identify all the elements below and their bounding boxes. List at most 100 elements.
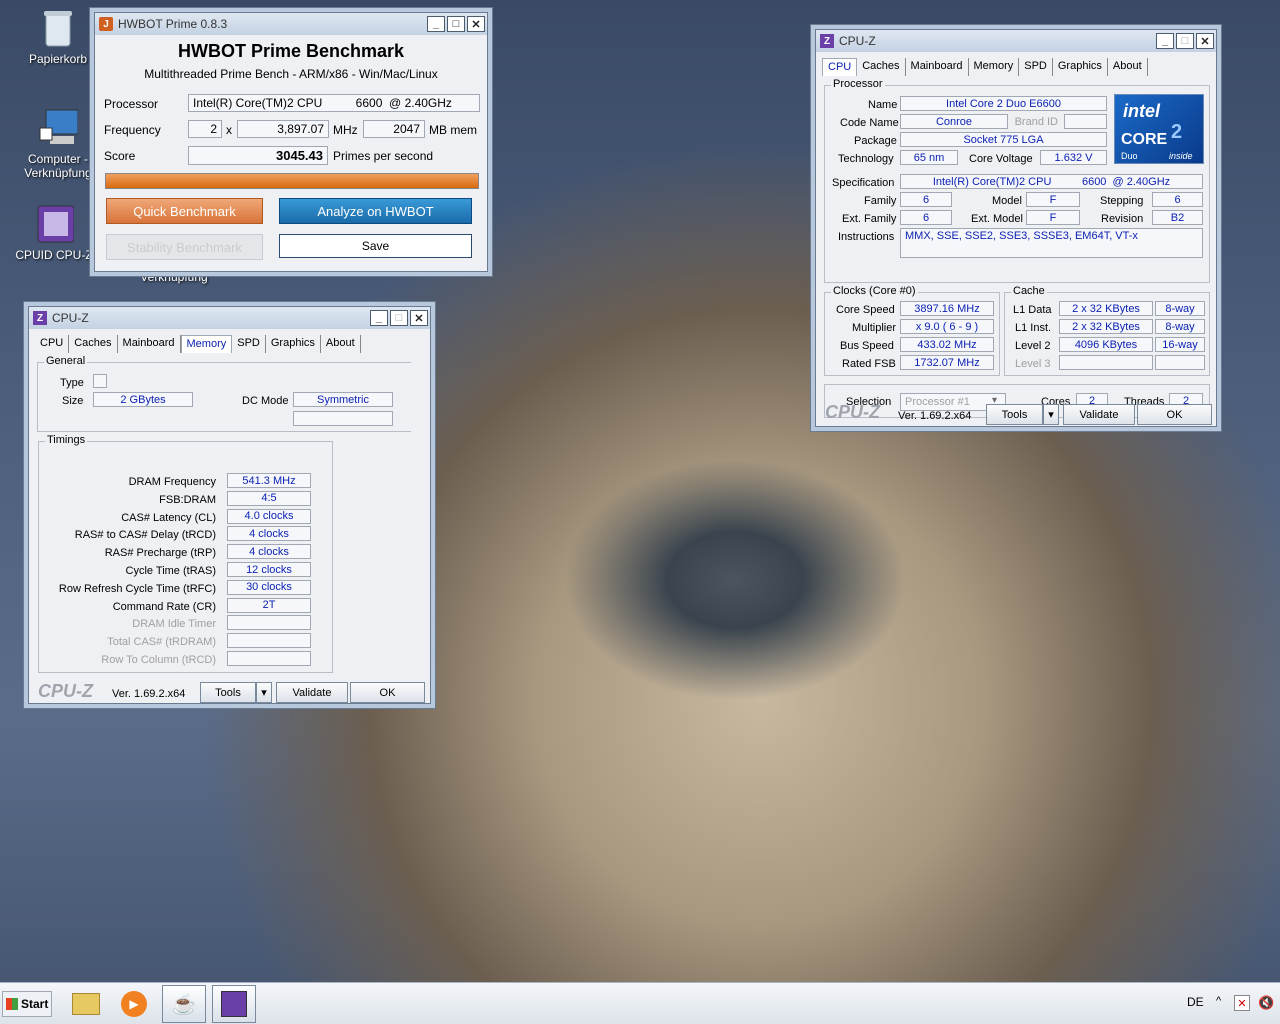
desktop-icon-label: Verknüpfung bbox=[140, 270, 208, 284]
timing-value-field: 4 clocks bbox=[227, 526, 311, 542]
cpuz-memory-window: Z CPU-Z _ □ ✕ CPU Caches Mainboard Memor… bbox=[28, 306, 431, 704]
tab-cpu[interactable]: CPU bbox=[35, 335, 70, 353]
level2-label: Level 2 bbox=[1015, 340, 1051, 352]
tools-dropdown-button[interactable]: ▾ bbox=[256, 682, 272, 703]
media-player-taskbar-button[interactable]: ▶ bbox=[114, 987, 154, 1021]
hwbot-heading: HWBOT Prime Benchmark bbox=[177, 41, 405, 61]
maximize-button[interactable]: □ bbox=[447, 16, 465, 32]
tab-memory[interactable]: Memory bbox=[180, 335, 233, 353]
computer-icon bbox=[38, 108, 78, 148]
tools-button[interactable]: Tools bbox=[986, 404, 1043, 425]
close-button[interactable]: ✕ bbox=[467, 16, 485, 32]
close-button[interactable]: ✕ bbox=[1196, 33, 1214, 49]
tab-cpu[interactable]: CPU bbox=[822, 58, 858, 76]
timing-value-field bbox=[227, 633, 311, 649]
package-field: Socket 775 LGA bbox=[900, 132, 1107, 147]
tab-caches[interactable]: Caches bbox=[69, 335, 118, 353]
timing-value-field bbox=[227, 651, 311, 666]
tab-memory[interactable]: Memory bbox=[969, 58, 1020, 76]
folder-icon bbox=[72, 993, 100, 1015]
desktop-icon-cpuz[interactable]: CPUID CPU-Z bbox=[14, 204, 94, 262]
stepping-label: Stepping bbox=[1100, 195, 1144, 207]
timing-label: Row Refresh Cycle Time (tRFC) bbox=[58, 582, 216, 595]
tab-about[interactable]: About bbox=[321, 335, 361, 353]
window-title: HWBOT Prime 0.8.3 bbox=[118, 17, 228, 31]
cpuz-brand: CPU-Z bbox=[825, 402, 880, 422]
tab-graphics[interactable]: Graphics bbox=[266, 335, 321, 353]
timing-label: DRAM Idle Timer bbox=[132, 618, 216, 631]
desktop-icon-label: Papierkorb bbox=[28, 52, 88, 66]
specification-label: Specification bbox=[832, 177, 895, 189]
timing-label: CAS# Latency (CL) bbox=[121, 511, 216, 524]
validate-button[interactable]: Validate bbox=[1063, 404, 1135, 425]
language-indicator[interactable]: DE bbox=[1187, 995, 1204, 1009]
desktop-icon-computer[interactable]: Computer - Verknüpfung bbox=[18, 108, 98, 180]
revision-field: B2 bbox=[1152, 210, 1203, 225]
timing-label: Row To Column (tRCD) bbox=[101, 654, 216, 666]
tab-about[interactable]: About bbox=[1108, 58, 1148, 76]
l1-data-way-field: 8-way bbox=[1155, 301, 1205, 316]
cpuz-taskbar-button[interactable] bbox=[212, 985, 256, 1023]
minimize-button[interactable]: _ bbox=[370, 310, 388, 326]
mb-mem-label: MB mem bbox=[429, 123, 477, 137]
l1-inst-way-field: 8-way bbox=[1155, 319, 1205, 334]
processor-field: Intel(R) Core(TM)2 CPU 6600 @ 2.40GHz bbox=[188, 94, 480, 112]
timing-value-field: 541.3 MHz bbox=[227, 473, 311, 488]
stability-benchmark-button[interactable]: Stability Benchmark bbox=[106, 234, 263, 260]
logo-number: 2 bbox=[1171, 121, 1183, 143]
tab-spd[interactable]: SPD bbox=[232, 335, 266, 353]
volume-icon[interactable]: 🔇 bbox=[1258, 995, 1274, 1011]
tab-mainboard[interactable]: Mainboard bbox=[118, 335, 181, 353]
tab-mainboard[interactable]: Mainboard bbox=[906, 58, 969, 76]
close-button[interactable]: ✕ bbox=[410, 310, 428, 326]
group-title: Cache bbox=[1011, 285, 1047, 297]
brandid-value-field bbox=[1064, 114, 1107, 129]
ok-button[interactable]: OK bbox=[1137, 404, 1212, 425]
tab-spd[interactable]: SPD bbox=[1019, 58, 1053, 76]
ok-button[interactable]: OK bbox=[350, 682, 425, 703]
extmodel-label: Ext. Model bbox=[971, 213, 1023, 225]
hwbot-window: J HWBOT Prime 0.8.3 _ □ ✕ HWBOT Prime Be… bbox=[94, 12, 488, 272]
network-icon[interactable]: ✕ bbox=[1234, 995, 1250, 1011]
explorer-taskbar-button[interactable] bbox=[66, 987, 106, 1021]
logo-sub: Duo bbox=[1121, 151, 1138, 161]
hwbot-titlebar[interactable]: J HWBOT Prime 0.8.3 _ □ ✕ bbox=[95, 13, 487, 35]
validate-button[interactable]: Validate bbox=[276, 682, 348, 703]
brandid-field: Brand ID bbox=[1014, 115, 1058, 128]
instructions-label: Instructions bbox=[838, 231, 895, 243]
analyze-button[interactable]: Analyze on HWBOT bbox=[279, 198, 472, 224]
maximize-button[interactable]: □ bbox=[1176, 33, 1194, 49]
minimize-button[interactable]: _ bbox=[427, 16, 445, 32]
quick-benchmark-button[interactable]: Quick Benchmark bbox=[106, 198, 263, 224]
timing-value-field: 2T bbox=[227, 597, 311, 613]
minimize-button[interactable]: _ bbox=[1156, 33, 1174, 49]
desktop-icon-recycle-bin[interactable]: Papierkorb bbox=[18, 8, 98, 66]
save-button[interactable]: Save bbox=[279, 234, 472, 258]
tools-button[interactable]: Tools bbox=[200, 682, 256, 703]
start-button[interactable]: Start bbox=[2, 991, 52, 1017]
name-label: Name bbox=[868, 99, 898, 111]
logo-line: CORE bbox=[1121, 131, 1168, 148]
dc-mode-label: DC Mode bbox=[242, 395, 289, 407]
desktop-icon-label: Computer - Verknüpfung bbox=[24, 152, 92, 180]
timing-label: Command Rate (CR) bbox=[112, 600, 216, 613]
chevron-up-icon[interactable]: ^ bbox=[1216, 995, 1221, 1007]
core-speed-field: 3897.16 MHz bbox=[900, 301, 994, 316]
tools-dropdown-button[interactable]: ▾ bbox=[1043, 404, 1059, 425]
tab-graphics[interactable]: Graphics bbox=[1053, 58, 1108, 76]
progress-bar bbox=[105, 173, 479, 189]
group-title: General bbox=[44, 355, 88, 367]
score-field: 3045.43 bbox=[188, 146, 328, 165]
maximize-button[interactable]: □ bbox=[390, 310, 408, 326]
dc-mode-field: Symmetric bbox=[293, 392, 393, 407]
recycle-bin-icon bbox=[38, 8, 78, 48]
l1-inst-field: 2 x 32 KBytes bbox=[1059, 319, 1153, 334]
java-taskbar-button[interactable]: ☕ bbox=[162, 985, 206, 1023]
logo-inside: inside bbox=[1169, 151, 1193, 161]
tab-caches[interactable]: Caches bbox=[857, 58, 906, 76]
stepping-field: 6 bbox=[1152, 192, 1203, 207]
cpuz-cpu-titlebar[interactable]: Z CPU-Z _ □ ✕ bbox=[816, 30, 1216, 52]
desktop-icon-shortcut-label: Verknüpfung bbox=[134, 270, 214, 284]
cpuz-cpu-window: Z CPU-Z _ □ ✕ CPU Caches Mainboard Memor… bbox=[815, 29, 1217, 427]
cpuz-memory-titlebar[interactable]: Z CPU-Z _ □ ✕ bbox=[29, 307, 430, 329]
